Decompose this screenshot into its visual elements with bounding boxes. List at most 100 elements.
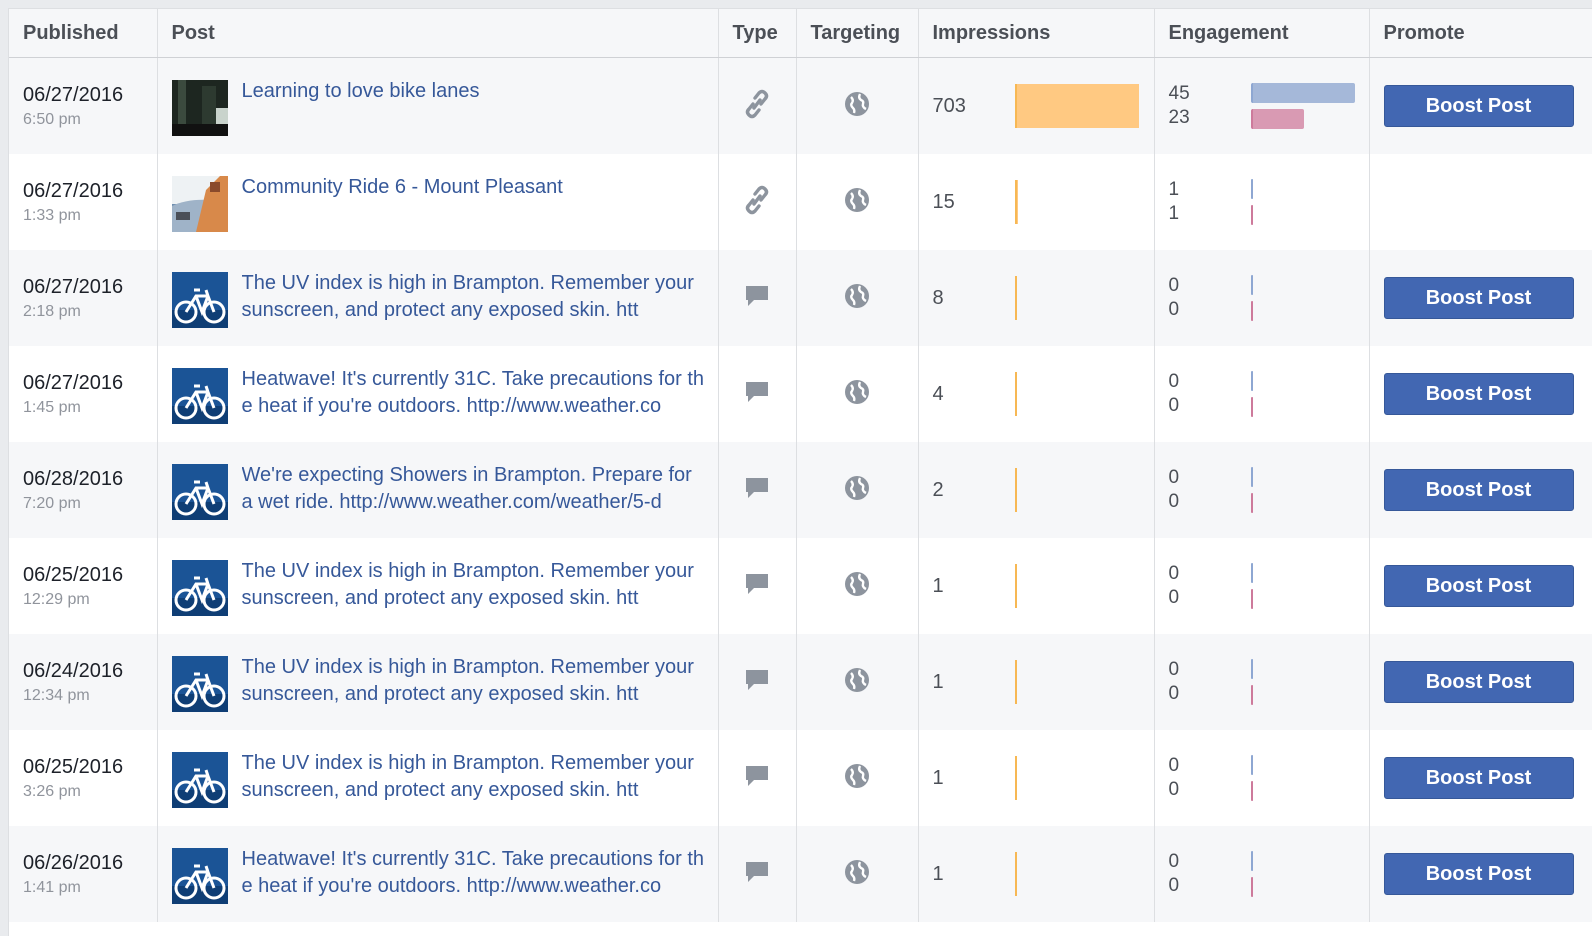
targeting-cell xyxy=(796,634,919,730)
post-link[interactable]: The UV index is high in Brampton. Rememb… xyxy=(242,750,708,804)
impressions-cell: 1 xyxy=(918,826,1155,922)
published-cell: 06/27/2016 1:33 pm xyxy=(9,154,158,250)
engagement-clicks-count: 0 xyxy=(1168,563,1180,584)
impressions-cell: 15 xyxy=(918,154,1155,250)
post-link[interactable]: Heatwave! It's currently 31C. Take preca… xyxy=(242,846,708,900)
header-post[interactable]: Post xyxy=(157,9,719,58)
type-cell xyxy=(718,538,797,634)
post-thumbnail[interactable] xyxy=(171,656,228,712)
published-date: 06/27/2016 xyxy=(23,83,124,106)
boost-post-button[interactable]: Boost Post xyxy=(1383,469,1574,511)
promote-cell: Boost Post xyxy=(1369,826,1592,922)
boost-post-button[interactable]: Boost Post xyxy=(1383,757,1574,799)
impressions-bar xyxy=(1014,372,1017,416)
engagement-reactions-count: 0 xyxy=(1168,395,1180,416)
impressions-count: 15 xyxy=(932,190,955,213)
impressions-count: 4 xyxy=(932,382,944,405)
posts-panel: Published Post Type Targeting Impression… xyxy=(8,8,1592,936)
header-engagement[interactable]: Engagement xyxy=(1154,9,1370,58)
engagement-reactions-bar xyxy=(1250,301,1253,321)
post-thumbnail[interactable] xyxy=(171,560,228,616)
post-link[interactable]: Community Ride 6 - Mount Pleasant xyxy=(242,174,563,201)
published-time: 7:20 pm xyxy=(23,494,81,512)
engagement-reactions-count: 0 xyxy=(1168,683,1180,704)
table-header-row: Published Post Type Targeting Impression… xyxy=(9,9,1592,58)
post-cell: The UV index is high in Brampton. Rememb… xyxy=(157,538,719,634)
posts-table: Published Post Type Targeting Impression… xyxy=(9,9,1592,922)
post-cell: The UV index is high in Brampton. Rememb… xyxy=(157,634,719,730)
boost-post-button[interactable]: Boost Post xyxy=(1383,661,1574,703)
engagement-clicks-count: 0 xyxy=(1168,371,1180,392)
header-impressions[interactable]: Impressions xyxy=(918,9,1155,58)
impressions-bar xyxy=(1014,180,1018,224)
engagement-clicks-bar xyxy=(1250,371,1253,391)
boost-post-button[interactable]: Boost Post xyxy=(1383,373,1574,415)
type-cell xyxy=(718,250,797,346)
link-icon xyxy=(743,89,771,123)
post-thumbnail[interactable] xyxy=(171,848,228,904)
impressions-bar xyxy=(1014,852,1017,896)
post-thumbnail[interactable] xyxy=(171,80,228,136)
engagement-cell: 0 0 xyxy=(1154,634,1370,730)
impressions-bar xyxy=(1014,756,1017,800)
post-thumbnail[interactable] xyxy=(171,752,228,808)
targeting-cell xyxy=(796,730,919,826)
post-link[interactable]: Learning to love bike lanes xyxy=(242,78,480,105)
engagement-reactions-bar xyxy=(1250,877,1253,897)
post-thumbnail[interactable] xyxy=(171,464,228,520)
engagement-clicks-count: 0 xyxy=(1168,851,1180,872)
engagement-reactions-count: 0 xyxy=(1168,491,1180,512)
impressions-cell: 1 xyxy=(918,634,1155,730)
engagement-cell: 45 23 xyxy=(1154,57,1370,154)
post-link[interactable]: Heatwave! It's currently 31C. Take preca… xyxy=(242,366,708,420)
engagement-reactions-bar xyxy=(1250,205,1253,225)
published-date: 06/27/2016 xyxy=(23,371,124,394)
post-thumbnail[interactable] xyxy=(171,272,228,328)
header-published[interactable]: Published xyxy=(9,9,158,58)
post-link[interactable]: The UV index is high in Brampton. Rememb… xyxy=(242,654,708,708)
published-date: 06/26/2016 xyxy=(23,851,124,874)
published-date: 06/27/2016 xyxy=(23,275,124,298)
published-time: 3:26 pm xyxy=(23,782,81,800)
engagement-reactions-bar xyxy=(1250,685,1253,705)
promote-cell: Boost Post xyxy=(1369,730,1592,826)
globe-icon xyxy=(844,475,870,505)
status-icon xyxy=(744,669,770,696)
promote-cell: Boost Post xyxy=(1369,538,1592,634)
boost-post-button[interactable]: Boost Post xyxy=(1383,565,1574,607)
header-promote[interactable]: Promote xyxy=(1369,9,1592,58)
post-link[interactable]: The UV index is high in Brampton. Rememb… xyxy=(242,270,708,324)
published-date: 06/24/2016 xyxy=(23,659,124,682)
boost-post-button[interactable]: Boost Post xyxy=(1383,277,1574,319)
type-cell xyxy=(718,154,797,250)
engagement-reactions-count: 0 xyxy=(1168,587,1180,608)
globe-icon xyxy=(844,763,870,793)
header-targeting[interactable]: Targeting xyxy=(796,9,919,58)
globe-icon xyxy=(844,187,870,217)
impressions-count: 1 xyxy=(932,766,944,789)
impressions-bar xyxy=(1014,84,1139,128)
published-time: 12:34 pm xyxy=(23,686,90,704)
post-link[interactable]: We're expecting Showers in Brampton. Pre… xyxy=(242,462,708,516)
engagement-reactions-count: 23 xyxy=(1168,107,1190,128)
engagement-clicks-count: 0 xyxy=(1168,275,1180,296)
boost-post-button[interactable]: Boost Post xyxy=(1383,85,1574,127)
engagement-clicks-bar xyxy=(1250,83,1355,103)
published-date: 06/28/2016 xyxy=(23,467,124,490)
table-row: 06/27/2016 2:18 pm The UV index is high … xyxy=(9,250,1592,346)
published-cell: 06/27/2016 1:45 pm xyxy=(9,346,158,442)
header-type[interactable]: Type xyxy=(718,9,797,58)
post-cell: Community Ride 6 - Mount Pleasant xyxy=(157,154,719,250)
engagement-clicks-bar xyxy=(1250,275,1253,295)
globe-icon xyxy=(844,859,870,889)
promote-cell xyxy=(1369,154,1592,250)
impressions-count: 703 xyxy=(932,94,966,117)
status-icon xyxy=(744,381,770,408)
boost-post-button[interactable]: Boost Post xyxy=(1383,853,1574,895)
engagement-reactions-count: 0 xyxy=(1168,875,1180,896)
targeting-cell xyxy=(796,442,919,538)
published-time: 1:41 pm xyxy=(23,878,81,896)
post-thumbnail[interactable] xyxy=(171,176,228,232)
post-link[interactable]: The UV index is high in Brampton. Rememb… xyxy=(242,558,708,612)
post-thumbnail[interactable] xyxy=(171,368,228,424)
